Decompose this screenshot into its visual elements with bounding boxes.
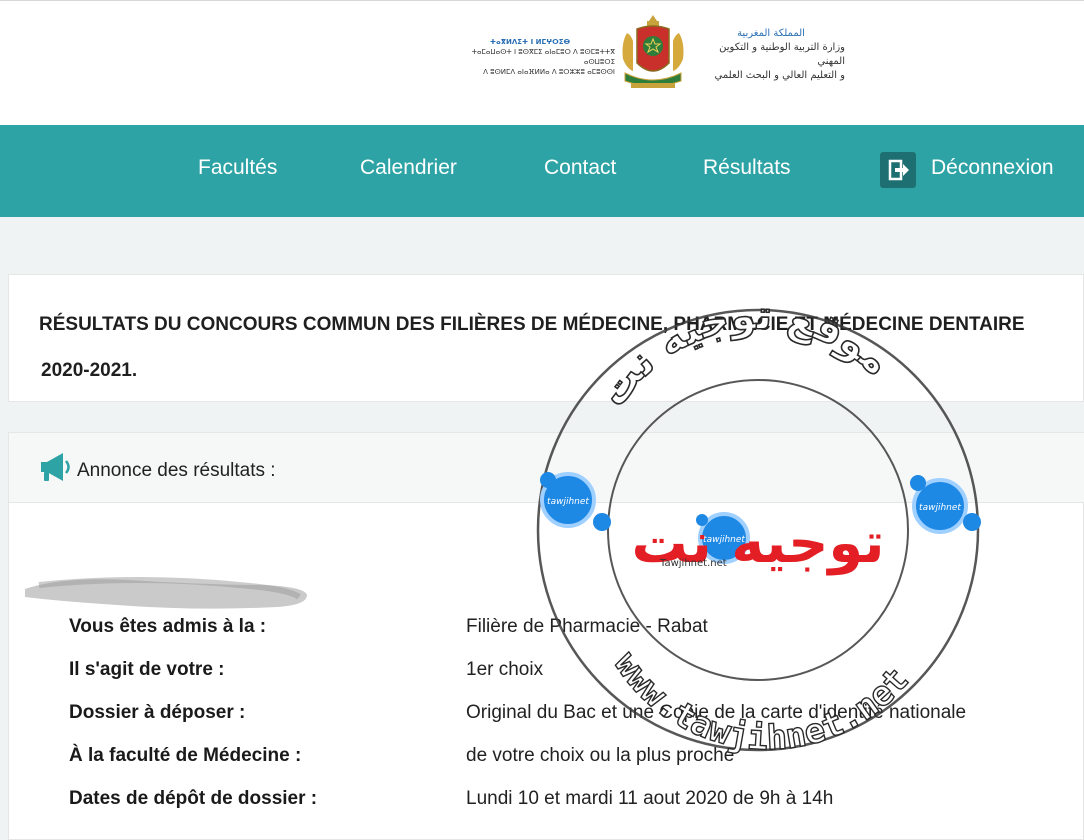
page-title: RÉSULTATS DU CONCOURS COMMUN DES FILIÈRE… bbox=[39, 314, 1025, 335]
choice-label: Il s'agit de votre : bbox=[69, 659, 225, 680]
results-card-header: Annonce des résultats : bbox=[9, 433, 1084, 503]
arabic-line-3: و التعليم العالي و البحث العلمي bbox=[714, 70, 845, 81]
nav-calendrier[interactable]: Calendrier bbox=[360, 155, 457, 181]
choice-value: 1er choix bbox=[466, 659, 544, 680]
coat-of-arms-icon bbox=[622, 15, 684, 88]
dossier-label: Dossier à déposer : bbox=[69, 702, 246, 723]
main-navbar: Facultés Calendrier Contact Résultats Dé… bbox=[0, 125, 1084, 217]
results-title-card: RÉSULTATS DU CONCOURS COMMUN DES FILIÈRE… bbox=[8, 274, 1084, 402]
redacted-name bbox=[25, 577, 307, 609]
faculty-value: de votre choix ou la plus proche bbox=[466, 745, 735, 766]
faculty-label: À la faculté de Médecine : bbox=[69, 745, 302, 766]
tifinagh-line-2: ⵜⴰⵎⴰⵡⴰⵙⵜ ⵏ ⵓⵙⴳⵎⵉ ⴰⵏⴰⵎⵓⵔ ⴷ ⵓⵙⵎⵓⵜⵜⴳ ⴰⵙⵡⵓⵔⵉ bbox=[471, 48, 615, 66]
arabic-ministry-name: المملكة المغربية وزارة التربية الوطنية و… bbox=[697, 27, 845, 83]
nav-resultats[interactable]: Résultats bbox=[703, 155, 791, 181]
arabic-line-1: المملكة المغربية bbox=[737, 28, 805, 39]
nav-contact[interactable]: Contact bbox=[544, 155, 616, 181]
dossier-value: Original du Bac et une Copie de la carte… bbox=[466, 702, 967, 723]
results-card: Annonce des résultats : Vous êtes admis … bbox=[8, 432, 1084, 840]
dates-label: Dates de dépôt de dossier : bbox=[69, 788, 318, 809]
academic-year: 2020-2021. bbox=[41, 360, 138, 381]
nav-deconnexion[interactable]: Déconnexion bbox=[931, 155, 1054, 181]
results-heading: Annonce des résultats : bbox=[77, 460, 276, 481]
site-header: ⵜⴰⴳⵍⴷⵉⵜ ⵏ ⵍⵎⵖⵔⵉⴱ ⵜⴰⵎⴰⵡⴰⵙⵜ ⵏ ⵓⵙⴳⵎⵉ ⴰⵏⴰⵎⵓⵔ… bbox=[0, 0, 1084, 125]
admission-value: Filière de Pharmacie - Rabat bbox=[466, 616, 708, 637]
tifinagh-ministry-name: ⵜⴰⴳⵍⴷⵉⵜ ⵏ ⵍⵎⵖⵔⵉⴱ ⵜⴰⵎⴰⵡⴰⵙⵜ ⵏ ⵓⵙⴳⵎⵉ ⴰⵏⴰⵎⵓⵔ… bbox=[445, 37, 615, 77]
dates-value: Lundi 10 et mardi 11 aout 2020 de 9h à 1… bbox=[466, 788, 834, 809]
logout-icon[interactable] bbox=[880, 152, 916, 188]
ministry-logo[interactable]: ⵜⴰⴳⵍⴷⵉⵜ ⵏ ⵍⵎⵖⵔⵉⴱ ⵜⴰⵎⴰⵡⴰⵙⵜ ⵏ ⵓⵙⴳⵎⵉ ⴰⵏⴰⵎⵓⵔ… bbox=[445, 13, 845, 93]
nav-facultes[interactable]: Facultés bbox=[198, 155, 277, 181]
admission-label: Vous êtes admis à la : bbox=[69, 616, 267, 637]
tifinagh-line-1: ⵜⴰⴳⵍⴷⵉⵜ ⵏ ⵍⵎⵖⵔⵉⴱ bbox=[489, 38, 571, 46]
tifinagh-line-3: ⴷ ⵓⵙⵍⵎⴷ ⴰⵏⴰⴼⵍⵍⴰ ⴷ ⵓⵔⵣⵣⵓ ⴰⵎⵓⵙⵙⵏ bbox=[483, 68, 615, 76]
megaphone-icon bbox=[41, 453, 70, 481]
arabic-line-2: وزارة التربية الوطنية و التكوين المهني bbox=[719, 42, 845, 67]
